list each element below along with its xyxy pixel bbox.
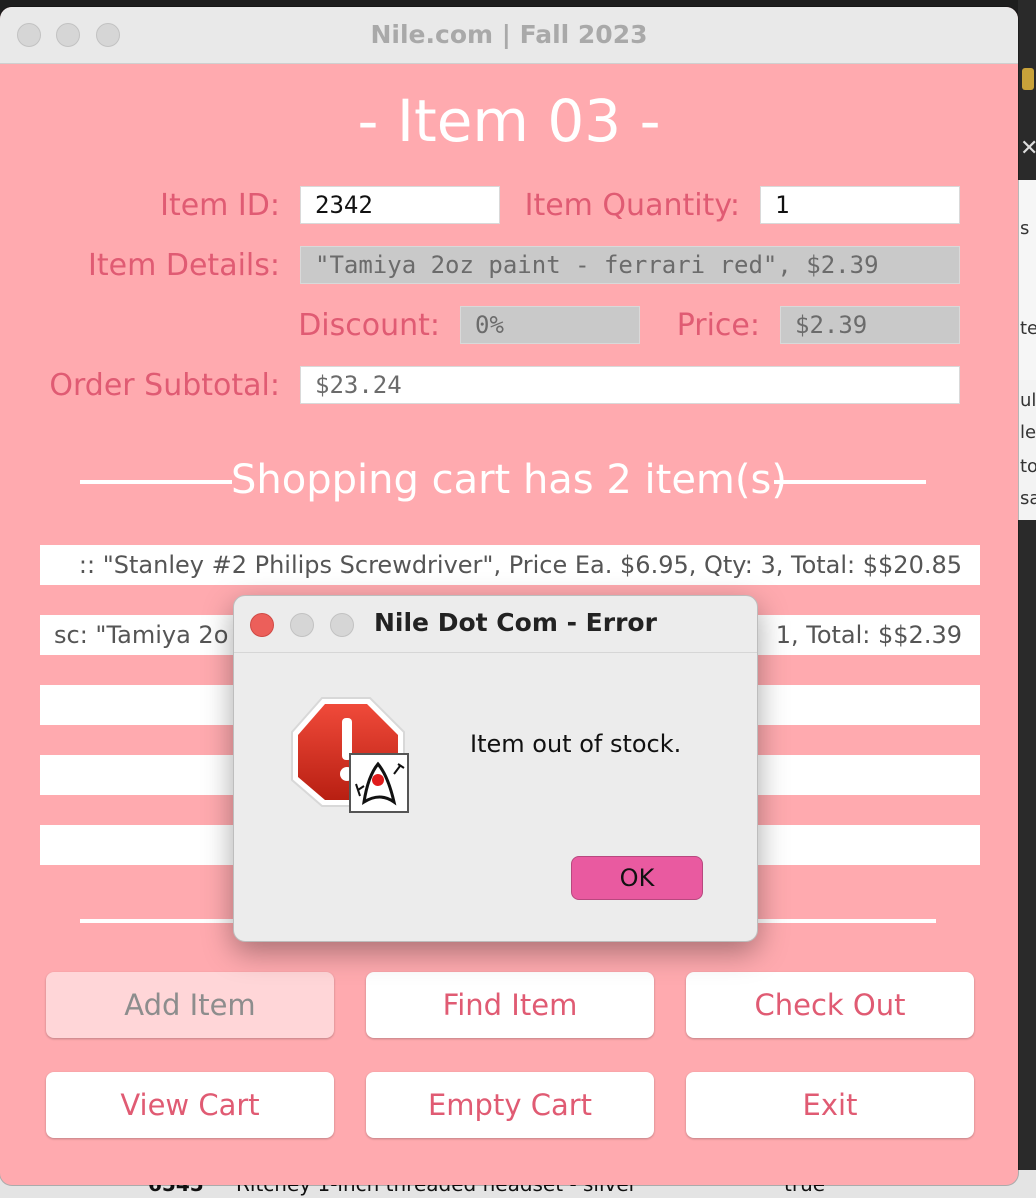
error-stop-sign-icon — [291, 697, 409, 813]
price-label: Price: — [676, 308, 760, 343]
order-subtotal-field: $23.24 — [300, 366, 960, 404]
divider — [774, 480, 926, 484]
cart-row: :: "Stanley #2 Philips Screwdriver", Pri… — [40, 545, 980, 585]
item-details-label: Item Details: — [88, 248, 280, 283]
background-icon — [1022, 68, 1034, 90]
page-title: - Item 03 - — [357, 87, 661, 155]
item-id-label: Item ID: — [160, 188, 280, 223]
background-text: to — [1020, 456, 1036, 477]
background-text: s — [1020, 218, 1030, 239]
dialog-minimize-button[interactable] — [290, 613, 314, 637]
dialog-title-bar[interactable]: Nile Dot Com - Error — [234, 596, 757, 653]
dialog-close-button[interactable] — [250, 613, 274, 637]
dialog-title: Nile Dot Com - Error — [374, 608, 657, 637]
background-text: sa — [1020, 488, 1036, 509]
dialog-zoom-button[interactable] — [330, 613, 354, 637]
cart-row-text: sc: "Tamiya 2o — [54, 621, 229, 649]
background-text: te — [1020, 318, 1036, 339]
background-panel: s te — [1018, 180, 1036, 380]
background-text: ul — [1020, 390, 1036, 411]
item-quantity-input[interactable]: 1 — [760, 186, 960, 224]
window-title: Nile.com | Fall 2023 — [370, 20, 648, 49]
check-out-button[interactable]: Check Out — [686, 972, 974, 1038]
exit-button[interactable]: Exit — [686, 1072, 974, 1138]
title-bar[interactable]: Nile.com | Fall 2023 — [0, 7, 1018, 64]
order-subtotal-label: Order Subtotal: — [49, 368, 280, 403]
price-field: $2.39 — [780, 306, 960, 344]
error-dialog: Nile Dot Com - Error Item out of stock. … — [233, 595, 758, 942]
background-text: le — [1020, 422, 1036, 443]
discount-field: 0% — [460, 306, 640, 344]
item-quantity-label: Item Quantity: — [524, 188, 740, 223]
background-panel: ul le to sa — [1018, 380, 1036, 520]
ok-button[interactable]: OK — [571, 856, 703, 900]
close-icon: ✕ — [1020, 136, 1036, 161]
discount-label: Discount: — [298, 308, 440, 343]
find-item-button[interactable]: Find Item — [366, 972, 654, 1038]
cart-row-text: :: "Stanley #2 Philips Screwdriver", Pri… — [78, 551, 962, 579]
dialog-message: Item out of stock. — [470, 730, 682, 758]
add-item-button[interactable]: Add Item — [46, 972, 334, 1038]
item-details-field: "Tamiya 2oz paint - ferrari red", $2.39 — [300, 246, 960, 284]
view-cart-button[interactable]: View Cart — [46, 1072, 334, 1138]
item-id-input[interactable]: 2342 — [300, 186, 500, 224]
background-app-strip: ✕ s te ul le to sa — [1018, 0, 1036, 1198]
empty-cart-button[interactable]: Empty Cart — [366, 1072, 654, 1138]
cart-row-text: 1, Total: $$2.39 — [775, 621, 962, 649]
